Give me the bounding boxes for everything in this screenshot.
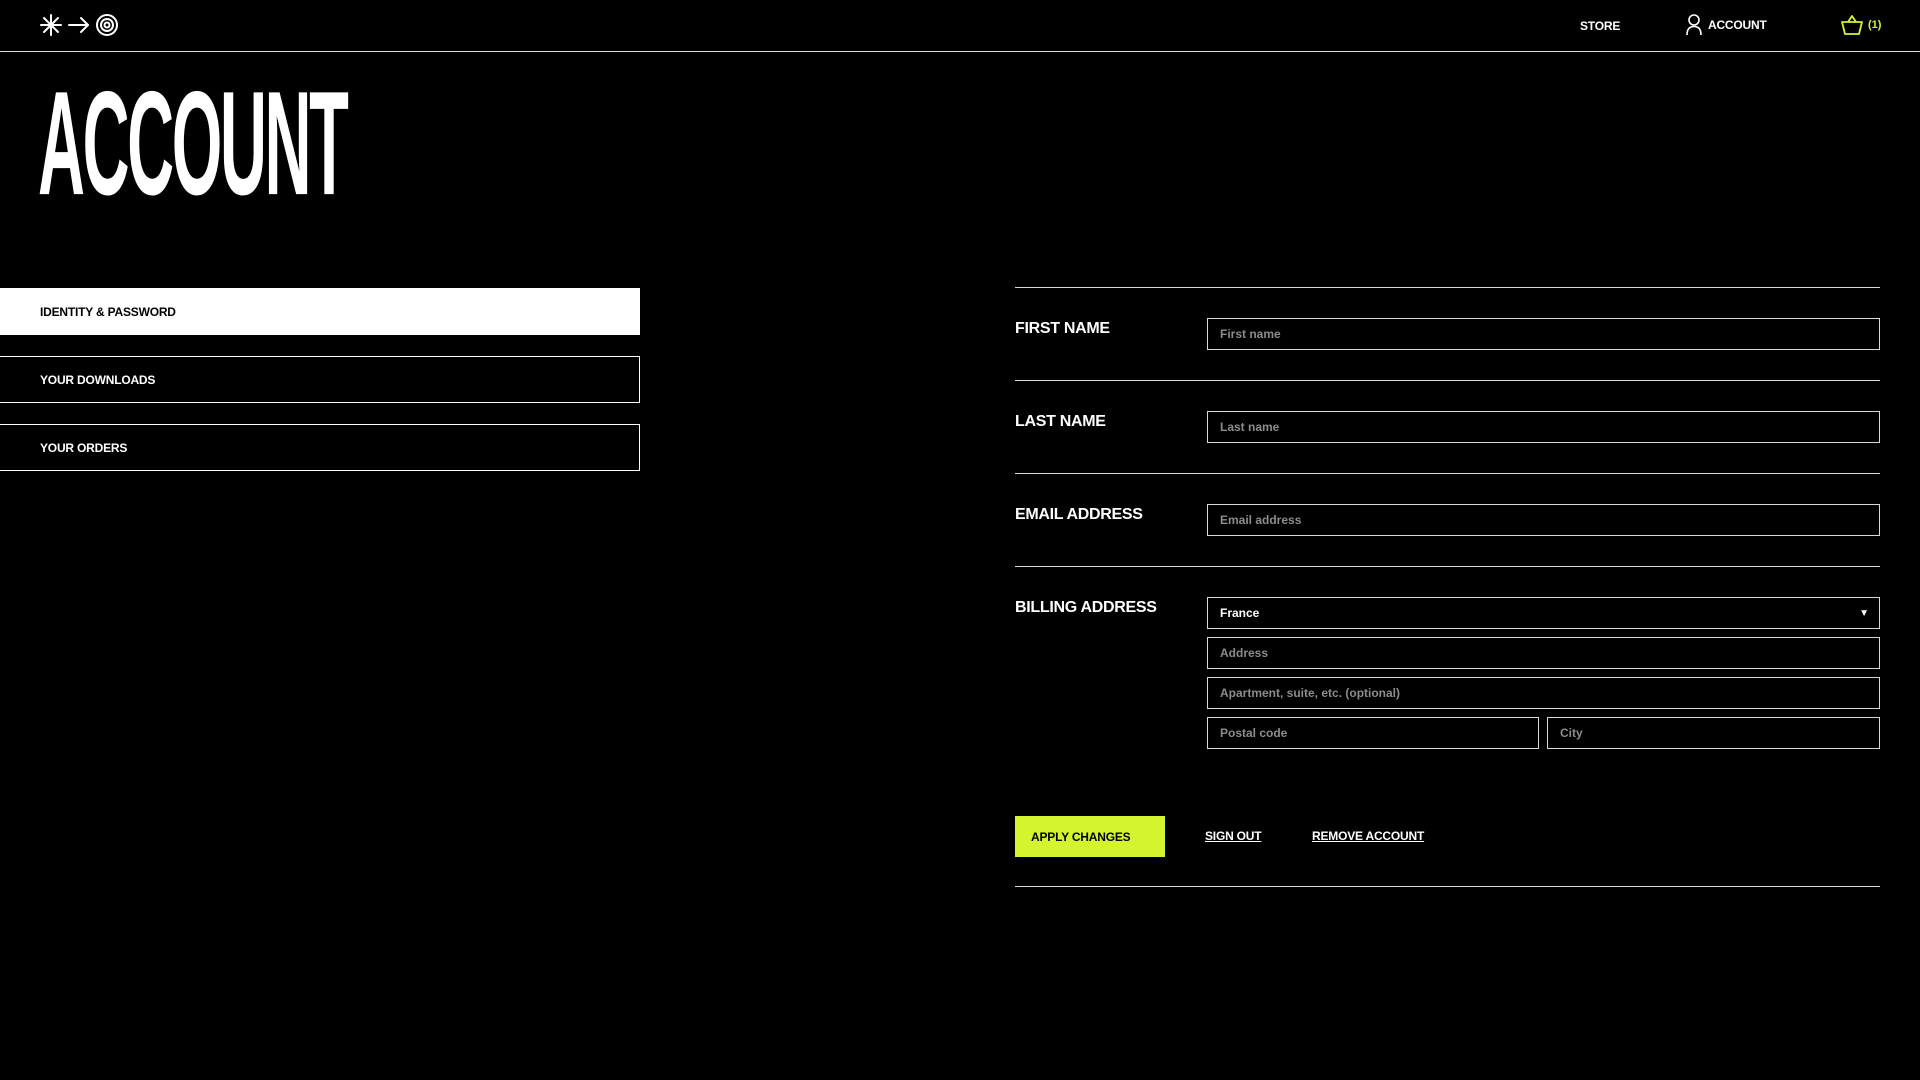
nav-account-link[interactable]: ACCOUNT [1686,14,1767,36]
email-label: EMAIL ADDRESS [1015,506,1143,523]
nav-store-link[interactable]: STORE [1580,19,1620,33]
account-page: STORE ACCOUNT (1) ACCOUNT IDENTITY & PAS… [0,0,1920,1080]
identity-form: FIRST NAME LAST NAME EMAIL ADDRESS BILLI… [1015,287,1880,887]
first-name-input[interactable] [1207,318,1880,350]
apartment-input[interactable] [1207,677,1880,709]
cart-count: (1) [1868,19,1882,31]
page-title: ACCOUNT [38,60,349,226]
sidebar-item-identity-password[interactable]: IDENTITY & PASSWORD [0,288,640,335]
top-bar: STORE ACCOUNT (1) [0,0,1920,52]
account-sidebar: IDENTITY & PASSWORD YOUR DOWNLOADS YOUR … [0,288,640,492]
form-actions: APPLY CHANGES SIGN OUT REMOVE ACCOUNT [1015,779,1880,887]
asterisk-icon [40,14,62,36]
email-input[interactable] [1207,504,1880,536]
sidebar-item-label: IDENTITY & PASSWORD [40,304,176,319]
nav-account-label: ACCOUNT [1708,18,1767,32]
last-name-row: LAST NAME [1015,380,1880,473]
sidebar-item-orders[interactable]: YOUR ORDERS [0,424,640,471]
user-icon [1686,14,1702,36]
arrow-right-icon [68,17,89,33]
basket-icon [1841,15,1863,35]
billing-row: BILLING ADDRESS France ▼ [1015,566,1880,779]
postal-city-group [1207,717,1880,749]
caret-down-icon: ▼ [1859,608,1869,619]
last-name-input[interactable] [1207,411,1880,443]
logo[interactable] [39,13,119,37]
sidebar-item-label: YOUR DOWNLOADS [40,372,156,387]
country-value: France [1220,606,1260,620]
sidebar-item-downloads[interactable]: YOUR DOWNLOADS [0,356,640,403]
first-name-row: FIRST NAME [1015,287,1880,380]
remove-account-link[interactable]: REMOVE ACCOUNT [1312,829,1424,843]
sign-out-link[interactable]: SIGN OUT [1205,829,1262,843]
billing-label: BILLING ADDRESS [1015,599,1157,616]
country-select[interactable]: France ▼ [1207,597,1880,629]
address-input[interactable] [1207,637,1880,669]
email-row: EMAIL ADDRESS [1015,473,1880,566]
postal-code-input[interactable] [1207,717,1539,749]
target-icon [96,14,118,36]
city-input[interactable] [1547,717,1880,749]
nav-cart-link[interactable]: (1) [1840,14,1881,36]
sidebar-item-label: YOUR ORDERS [40,440,128,455]
apply-changes-button[interactable]: APPLY CHANGES [1015,816,1165,857]
first-name-label: FIRST NAME [1015,320,1110,337]
last-name-label: LAST NAME [1015,413,1106,430]
